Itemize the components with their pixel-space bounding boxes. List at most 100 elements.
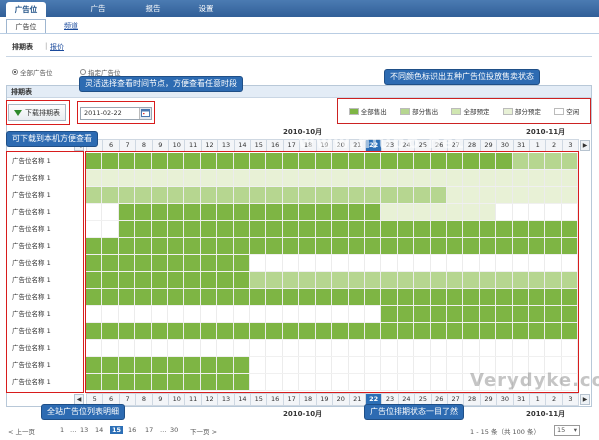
schedule-cell[interactable] [86,340,103,356]
schedule-cell[interactable] [414,238,431,254]
schedule-cell[interactable] [168,374,185,390]
schedule-cell[interactable] [348,170,365,186]
schedule-cell[interactable] [102,170,119,186]
schedule-cell[interactable] [332,374,349,390]
schedule-cell[interactable] [528,289,546,305]
schedule-cell[interactable] [151,357,169,373]
schedule-cell[interactable] [528,306,546,322]
schedule-cell[interactable] [151,306,169,322]
schedule-cell[interactable] [233,221,251,237]
schedule-cell[interactable] [250,340,267,356]
schedule-cell[interactable] [332,323,349,339]
schedule-cell[interactable] [364,255,382,271]
schedule-cell[interactable] [315,221,333,237]
schedule-cell[interactable] [266,374,283,390]
schedule-cell[interactable] [217,187,234,203]
schedule-cell[interactable] [299,255,316,271]
schedule-cell[interactable] [545,340,562,356]
schedule-cell[interactable] [184,170,201,186]
schedule-cell[interactable] [282,238,300,254]
ad-slot-name[interactable]: 广告位名称 1 [8,238,82,255]
ad-slot-name[interactable]: 广告位名称 1 [8,340,82,357]
schedule-cell[interactable] [102,340,119,356]
pager-page-13[interactable]: 13 [80,426,88,434]
schedule-cell[interactable] [299,204,316,220]
schedule-cell[interactable] [217,238,234,254]
schedule-cell[interactable] [184,221,201,237]
schedule-cell[interactable] [348,272,365,288]
schedule-cell[interactable] [118,289,136,305]
schedule-cell[interactable] [102,187,119,203]
day-cell[interactable]: 10 [168,393,186,406]
schedule-cell[interactable] [151,153,169,169]
schedule-cell[interactable] [266,323,283,339]
schedule-cell[interactable] [397,204,415,220]
day-cell[interactable]: 9 [151,393,170,406]
schedule-cell[interactable] [102,306,119,322]
schedule-cell[interactable] [528,187,546,203]
schedule-cell[interactable] [414,272,431,288]
schedule-cell[interactable] [479,272,497,288]
schedule-cell[interactable] [266,289,283,305]
schedule-cell[interactable] [479,170,497,186]
calendar-icon[interactable] [139,108,151,119]
day-cell[interactable]: 17 [282,393,301,406]
schedule-cell[interactable] [512,204,529,220]
schedule-cell[interactable] [364,204,382,220]
day-cell[interactable]: 8 [135,393,153,406]
day-cell[interactable]: 29 [479,139,498,152]
schedule-cell[interactable] [86,374,103,390]
schedule-cell[interactable] [250,170,267,186]
schedule-cell[interactable] [397,221,415,237]
schedule-cell[interactable] [217,272,234,288]
day-cell[interactable]: 12 [200,139,219,152]
schedule-cell[interactable] [266,238,283,254]
schedule-cell[interactable] [250,187,267,203]
schedule-cell[interactable] [397,374,415,390]
pager-page-16[interactable]: 16 [128,426,136,434]
pager-page-current[interactable]: 15 [110,426,124,434]
schedule-cell[interactable] [397,306,415,322]
schedule-cell[interactable] [217,289,234,305]
day-cell[interactable]: 9 [151,139,170,152]
schedule-cell[interactable] [364,289,382,305]
schedule-cell[interactable] [233,323,251,339]
schedule-cell[interactable] [381,238,398,254]
schedule-cell[interactable] [315,306,333,322]
schedule-cell[interactable] [135,238,152,254]
schedule-cell[interactable] [200,357,218,373]
subtab-channel[interactable]: 频道 [56,19,86,33]
schedule-cell[interactable] [233,340,251,356]
schedule-cell[interactable] [118,374,136,390]
schedule-cell[interactable] [512,272,529,288]
schedule-cell[interactable] [233,374,251,390]
schedule-cell[interactable] [299,238,316,254]
schedule-cell[interactable] [332,238,349,254]
schedule-cell[interactable] [168,187,185,203]
day-cell[interactable]: 6 [102,139,120,152]
day-cell[interactable]: 29 [479,393,498,406]
schedule-cell[interactable] [135,170,152,186]
schedule-cell[interactable] [184,255,201,271]
pager-page-14[interactable]: 14 [95,426,103,434]
schedule-cell[interactable] [118,187,136,203]
schedule-cell[interactable] [118,204,136,220]
schedule-cell[interactable] [561,272,579,288]
schedule-cell[interactable] [496,153,513,169]
schedule-cell[interactable] [250,289,267,305]
schedule-cell[interactable] [135,340,152,356]
schedule-cell[interactable] [233,272,251,288]
schedule-cell[interactable] [496,221,513,237]
schedule-cell[interactable] [217,357,234,373]
schedule-cell[interactable] [332,170,349,186]
schedule-cell[interactable] [496,204,513,220]
schedule-cell[interactable] [118,153,136,169]
schedule-cell[interactable] [348,323,365,339]
schedule-cell[interactable] [463,238,480,254]
schedule-cell[interactable] [332,340,349,356]
schedule-cell[interactable] [463,187,480,203]
schedule-cell[interactable] [200,340,218,356]
schedule-cell[interactable] [348,204,365,220]
schedule-cell[interactable] [184,238,201,254]
schedule-cell[interactable] [479,204,497,220]
